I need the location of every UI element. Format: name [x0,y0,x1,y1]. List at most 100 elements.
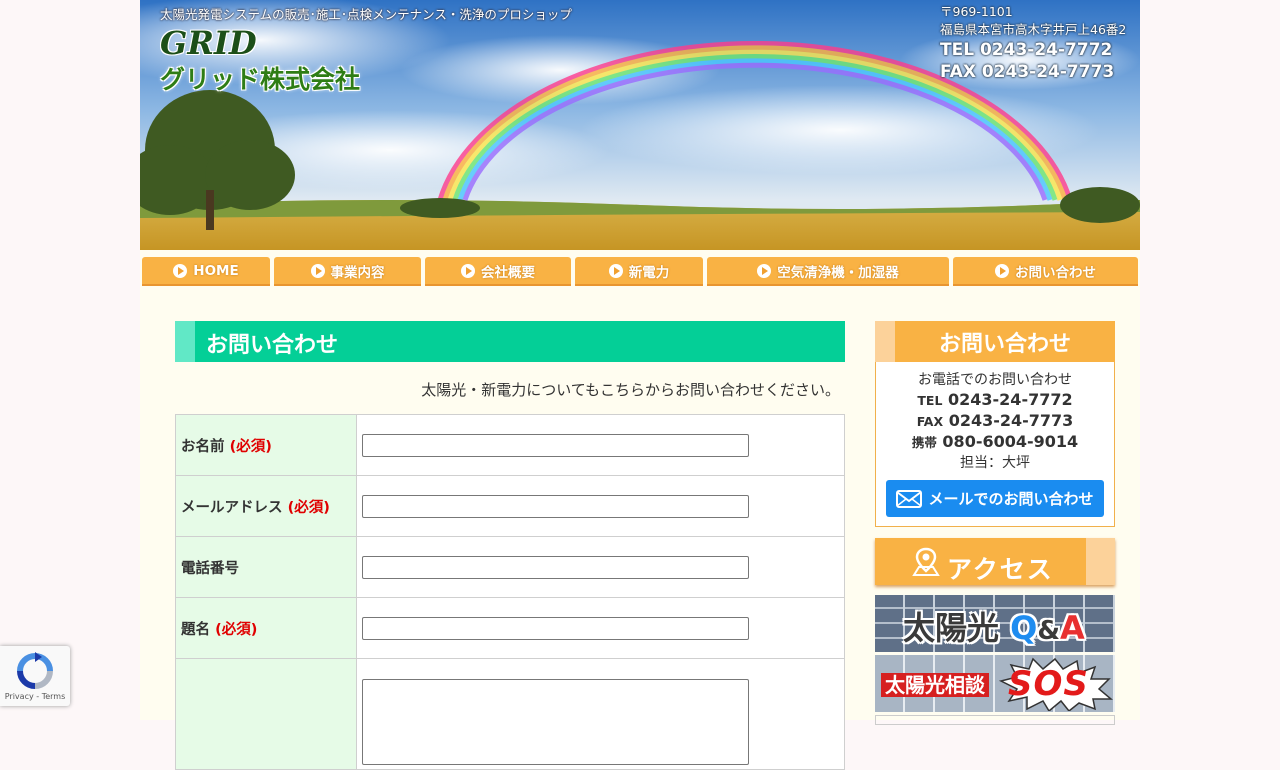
field-cell [356,658,845,770]
label-text: メールアドレス [181,499,283,516]
map-pin-icon [912,547,940,576]
arrow-circle-icon [461,263,475,278]
sidebar-heading-text: お問い合わせ [938,332,1071,357]
field-cell [356,536,845,598]
field-cell [356,597,845,659]
address: 福島県本宮市高木字井戸上46番2 [940,22,1127,37]
arrow-circle-icon [757,263,772,278]
mobile-label: 携帯 [911,435,937,450]
envelope-icon [896,489,923,508]
field-label: メールアドレス (必須) [175,475,357,537]
nav-label: 空気清浄機・加湿器 [777,264,899,281]
required-mark: (必須) [215,621,258,638]
access-label: アクセス [947,555,1054,584]
message-textarea[interactable] [362,679,749,765]
nav-contact[interactable]: お問い合わせ [953,257,1138,284]
sidebar-heading: お問い合わせ [875,321,1115,362]
privacy-link[interactable]: Privacy [5,692,34,701]
nav-label: HOME [193,262,239,279]
nav-company[interactable]: 会社概要 [425,257,571,284]
sidebar-banner-partial[interactable] [875,715,1115,725]
mail-button-label: メールでのお問い合わせ [928,490,1094,508]
qa-amp: & [1037,616,1061,646]
contact-person: 担当：大坪 [960,455,1030,471]
tagline: 太陽光発電システムの販売･施工･点検メンテナンス・洗浄のプロショップ [160,7,572,22]
arrow-circle-icon [173,263,188,278]
recaptcha-links: Privacy - Terms [0,692,70,701]
arrow-circle-icon [995,263,1009,278]
intro-text: 太陽光・新電力についてもこちらからお問い合わせください。 [421,381,840,399]
sos-banner-text: 太陽光相談 [881,673,989,697]
nav-new-power[interactable]: 新電力 [575,257,703,284]
nav-label: 新電力 [628,264,670,281]
qa-banner-text: 太陽光 [903,609,1000,647]
sidebar-mobile: 携帯 080-6004-9014 [876,432,1114,453]
fax-number: 0243-24-7773 [948,411,1074,430]
form-row-name: お名前 (必須) [175,414,845,476]
nav-business[interactable]: 事業内容 [274,257,421,284]
form-row-subject: 題名 (必須) [175,597,845,659]
form-row-phone: 電話番号 [175,536,845,598]
sos-text: SOS [1008,664,1089,704]
nav-home[interactable]: HOME [142,257,270,284]
solar-sos-banner[interactable]: 太陽光相談 SOS [875,655,1115,712]
label-text: お名前 [181,438,225,455]
header-contact: 〒969-1101 福島県本宮市高木字井戸上46番2 TEL 0243-24-7… [940,3,1126,83]
arrow-circle-icon [608,263,623,278]
field-label [175,658,357,770]
access-banner[interactable]: アクセス [875,538,1115,585]
link-separator: - [33,692,42,701]
qa-banner-title: 太陽光 Q&A [903,603,1085,649]
solar-qa-banner[interactable]: 太陽光 Q&A [875,595,1115,652]
heading-accent [175,321,195,362]
field-label: お名前 (必須) [175,414,357,476]
nav-label: 会社概要 [481,264,535,281]
subject-input[interactable] [362,616,749,640]
logo-english[interactable]: GRID [160,24,257,62]
sidebar-fax: FAX 0243-24-7773 [876,411,1114,432]
required-mark: (必須) [287,499,330,516]
label-text: 電話番号 [181,560,239,577]
mobile-number: 080-6004-9014 [942,432,1079,451]
tel-number: 0243-24-7772 [948,390,1073,409]
page-container: 太陽光発電システムの販売･施工･点検メンテナンス・洗浄のプロショップ GRID … [140,0,1140,770]
header-tel: TEL 0243-24-7772 [940,40,1113,60]
header-fax: FAX 0243-24-7773 [940,62,1115,82]
nav-label: お問い合わせ [1015,264,1096,281]
postal-code: 〒969-1101 [940,4,1013,19]
tel-label: TEL [917,393,943,408]
phone-input[interactable] [362,555,749,579]
heading-accent [875,321,895,362]
label-text: 題名 [181,621,210,638]
recaptcha-badge[interactable]: Privacy - Terms [0,646,70,706]
field-label: 題名 (必須) [175,597,357,659]
field-label: 電話番号 [175,536,357,598]
banner-accent [1086,538,1115,585]
phone-intro: お電話でのお問い合わせ [918,372,1072,388]
sidebar-tel: TEL 0243-24-7772 [876,390,1114,411]
main-nav: HOME 事業内容 会社概要 新電力 空気清浄機・加湿器 お問い合わせ [140,257,1140,285]
terms-link[interactable]: Terms [42,692,66,701]
page-title-bar: お問い合わせ [175,321,845,362]
qa-a: A [1060,609,1085,647]
qa-q: Q [1010,609,1038,647]
required-mark: (必須) [229,438,272,455]
fax-label: FAX [916,414,944,429]
email-input[interactable] [362,494,749,518]
name-input[interactable] [362,433,749,457]
page-title: お問い合わせ [206,333,339,358]
header-banner: 太陽光発電システムの販売･施工･点検メンテナンス・洗浄のプロショップ GRID … [140,0,1140,250]
recaptcha-icon [17,652,53,689]
arrow-circle-icon [310,263,325,278]
logo-company-name[interactable]: グリッド株式会社 [160,60,360,96]
mail-contact-button[interactable]: メールでのお問い合わせ [886,480,1104,517]
sidebar-contact-box: お問い合わせ お電話でのお問い合わせ TEL 0243-24-7772 FAX … [875,321,1115,527]
field-cell [356,414,845,476]
nav-air-purifier[interactable]: 空気清浄機・加湿器 [707,257,949,284]
form-row-email: メールアドレス (必須) [175,475,845,537]
field-cell [356,475,845,537]
form-row-message [175,658,845,770]
sidebar-contact-details: お電話でのお問い合わせ TEL 0243-24-7772 FAX 0243-24… [876,370,1114,473]
contact-form: お名前 (必須) メールアドレス (必須) 電話番号 題名 (必須) [175,414,845,770]
nav-label: 事業内容 [330,264,385,281]
